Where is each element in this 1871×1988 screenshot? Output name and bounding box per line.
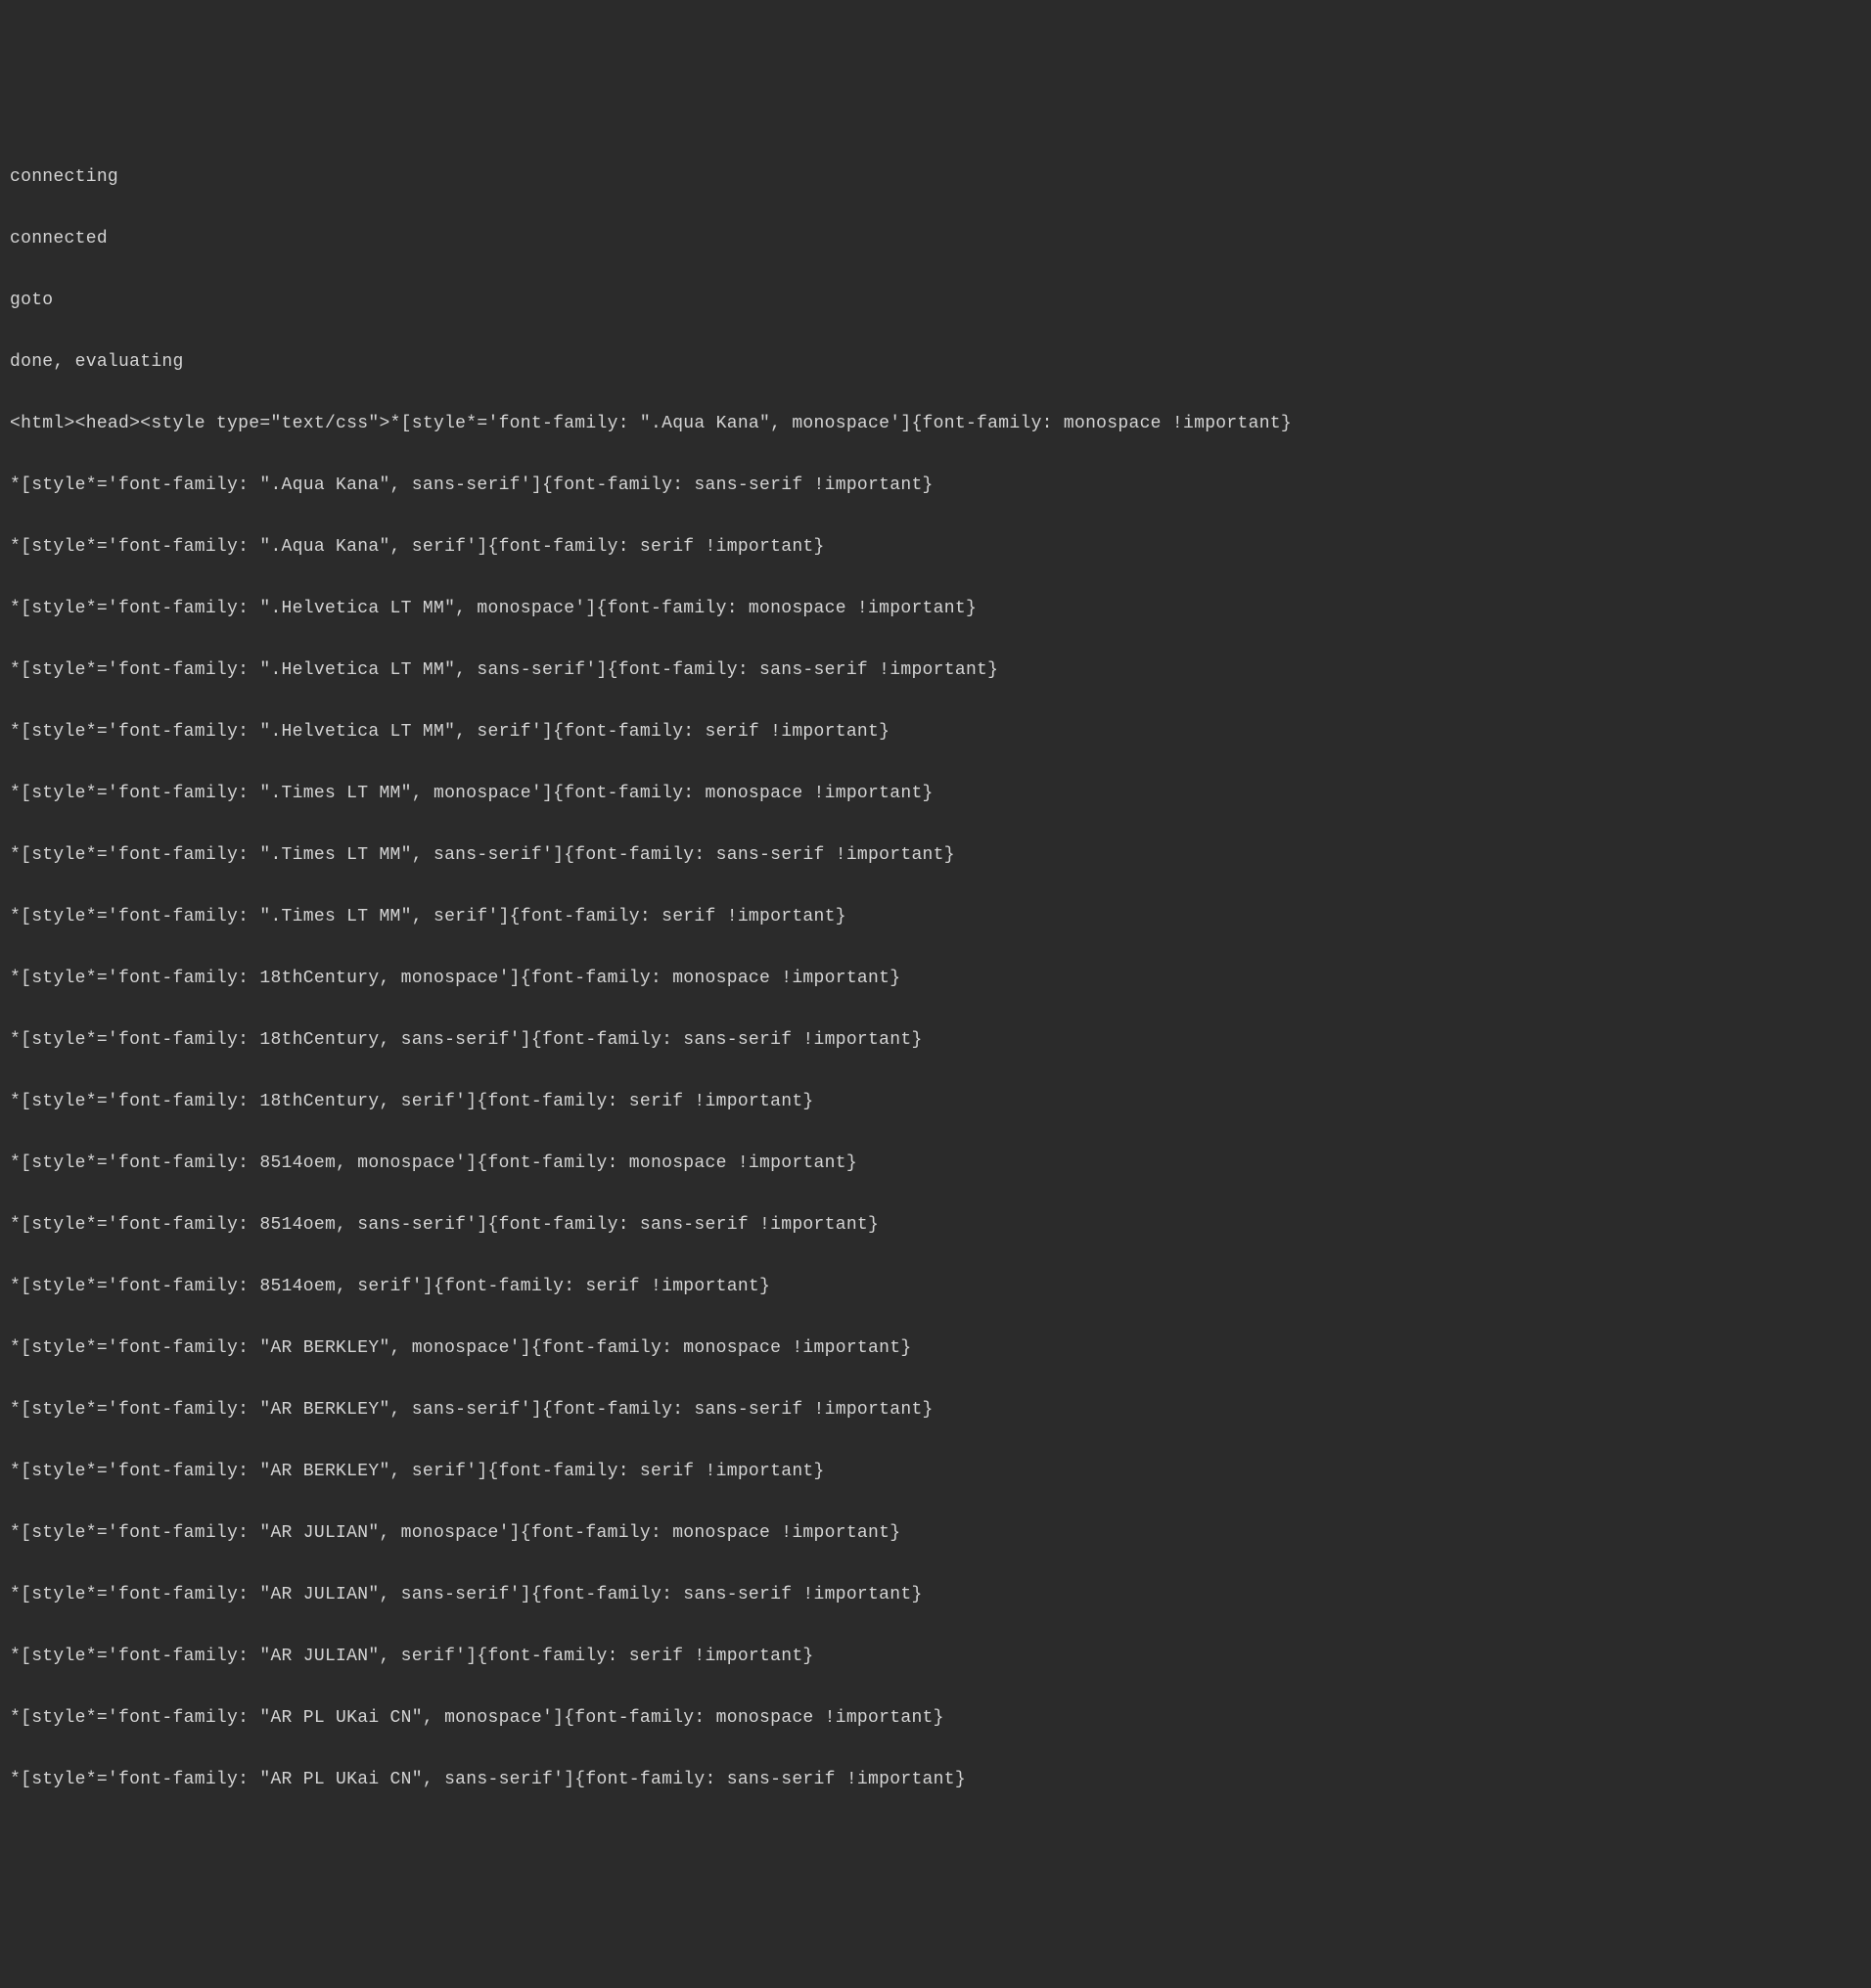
terminal-line: *[style*='font-family: 8514oem, monospac… (10, 1149, 1861, 1180)
terminal-line: *[style*='font-family: ".Aqua Kana", san… (10, 471, 1861, 502)
terminal-line: *[style*='font-family: "AR BERKLEY", mon… (10, 1333, 1861, 1365)
terminal-line: *[style*='font-family: 8514oem, serif']{… (10, 1272, 1861, 1303)
terminal-line: *[style*='font-family: 8514oem, sans-ser… (10, 1210, 1861, 1242)
terminal-line: done, evaluating (10, 347, 1861, 379)
terminal-output: connecting connected goto done, evaluati… (10, 131, 1861, 1827)
terminal-line: <html><head><style type="text/css">*[sty… (10, 409, 1861, 440)
terminal-line: *[style*='font-family: "AR JULIAN", sans… (10, 1580, 1861, 1611)
terminal-line: connecting (10, 162, 1861, 194)
terminal-line: *[style*='font-family: "AR JULIAN", mono… (10, 1518, 1861, 1550)
terminal-line: *[style*='font-family: ".Times LT MM", s… (10, 902, 1861, 933)
terminal-line: *[style*='font-family: "AR BERKLEY", san… (10, 1395, 1861, 1426)
terminal-line: *[style*='font-family: "AR JULIAN", seri… (10, 1642, 1861, 1673)
terminal-line: *[style*='font-family: "AR PL UKai CN", … (10, 1765, 1861, 1796)
terminal-line: *[style*='font-family: ".Times LT MM", m… (10, 779, 1861, 810)
terminal-line: *[style*='font-family: "AR PL UKai CN", … (10, 1703, 1861, 1735)
terminal-line: *[style*='font-family: 18thCentury, sans… (10, 1025, 1861, 1057)
terminal-line: *[style*='font-family: "AR BERKLEY", ser… (10, 1457, 1861, 1488)
terminal-line: *[style*='font-family: ".Helvetica LT MM… (10, 717, 1861, 748)
terminal-line: *[style*='font-family: ".Helvetica LT MM… (10, 594, 1861, 625)
terminal-line: *[style*='font-family: 18thCentury, mono… (10, 964, 1861, 995)
terminal-line: *[style*='font-family: 18thCentury, seri… (10, 1087, 1861, 1118)
terminal-line: connected (10, 224, 1861, 255)
terminal-line: *[style*='font-family: ".Helvetica LT MM… (10, 655, 1861, 687)
terminal-line: goto (10, 286, 1861, 317)
terminal-line: *[style*='font-family: ".Times LT MM", s… (10, 840, 1861, 872)
terminal-line: *[style*='font-family: ".Aqua Kana", ser… (10, 532, 1861, 564)
